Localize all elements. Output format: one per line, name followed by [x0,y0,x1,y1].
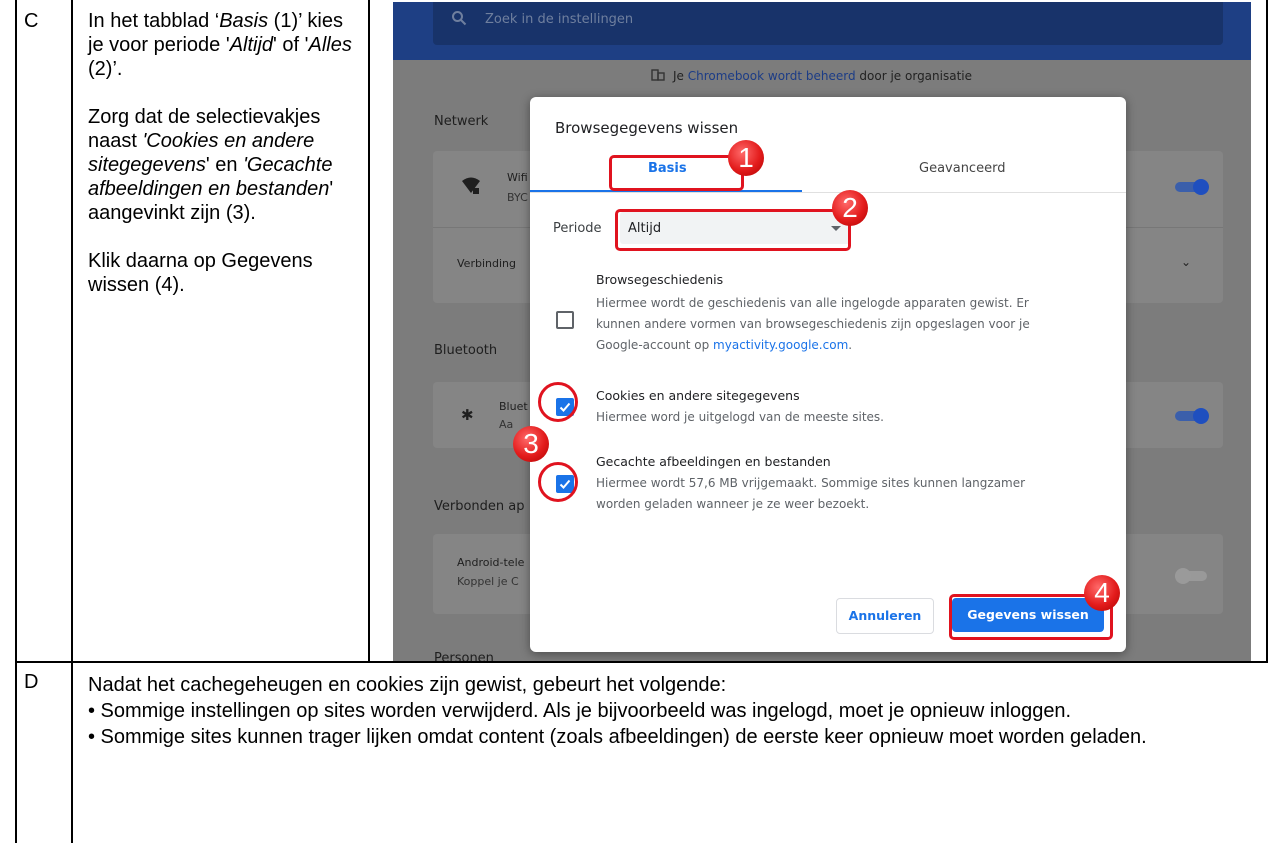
row-letter-d: D [24,671,39,693]
history-description: Hiermee wordt de geschiedenis van alle i… [596,296,1030,352]
section-bluetooth: Bluetooth [434,343,498,358]
wifi-toggle[interactable] [1175,179,1209,195]
dialog-title: Browsegegevens wissen [555,119,739,137]
row-d-intro: Nadat het cachegeheugen en cookies zijn … [88,674,727,696]
cancel-button[interactable]: Annuleren [836,598,934,634]
highlight-period-select [615,209,851,251]
highlight-cookies-checkbox [538,382,578,422]
history-title: Browsegeschiedenis [596,272,724,287]
bluetooth-toggle[interactable] [1175,408,1209,424]
cache-title: Gecachte afbeeldingen en bestanden [596,454,831,469]
wifi-network: BYC [507,191,528,204]
cookies-description: Hiermee word je uitgelogd van de meeste … [596,410,884,424]
tab-advanced[interactable]: Geavanceerd [919,161,1005,176]
android-title: Android-tele [457,556,525,569]
instruction-step-checkboxes: Zorg dat de selectievakjes naast 'Cookie… [88,106,334,224]
managed-link[interactable]: Chromebook wordt beheerd [688,69,856,83]
row-c-instructions: In het tabblad ‘Basis (1)’ kies je voor … [88,9,358,321]
building-icon [651,69,665,81]
search-placeholder: Zoek in de instellingen [485,12,634,27]
section-connected-apps: Verbonden ap [434,499,525,514]
step-badge-4: 4 [1084,575,1120,611]
android-sub: Koppel je C [457,575,519,588]
row-d-bullet-1: • Sommige instellingen op sites worden v… [88,700,1072,722]
instruction-step-clear: Klik daarna op Gegevens wissen (4). [88,250,313,296]
table-row-separator [15,661,1268,663]
settings-topbar: Zoek in de instellingen [393,2,1251,60]
myactivity-link[interactable]: myactivity.google.com [713,338,848,352]
step-badge-3: 3 [513,426,549,462]
settings-search-box[interactable]: Zoek in de instellingen [433,2,1223,45]
managed-notice: Je Chromebook wordt beheerd door je orga… [651,69,972,83]
row-d-bullet-2: • Sommige sites kunnen trager lijken omd… [88,726,1147,748]
table-divider-letter [71,0,73,843]
android-toggle[interactable] [1175,568,1209,584]
section-network: Netwerk [434,114,489,129]
wifi-icon [462,177,480,194]
connection-label: Verbinding [457,257,516,270]
settings-screenshot: Zoek in de instellingen Je Chromebook wo… [393,2,1251,661]
period-label: Periode [553,221,602,236]
highlight-basic-tab [609,155,744,191]
history-checkbox[interactable] [556,311,574,329]
bluetooth-sub: Aa [499,418,514,431]
step-badge-1: 1 [728,140,764,176]
row-letter-c: C [24,10,39,32]
row-d-content: Nadat het cachegeheugen en cookies zijn … [88,672,1258,750]
wifi-title: Wifi [507,171,528,184]
tab-divider [530,192,1126,193]
step-badge-2: 2 [832,190,868,226]
table-divider-content [368,0,370,661]
bluetooth-title: Bluet [499,400,528,413]
cookies-title: Cookies en andere sitegegevens [596,388,800,403]
highlight-cache-checkbox [538,462,578,502]
bluetooth-icon: ✱ [461,406,474,424]
cache-description: Hiermee wordt 57,6 MB vrijgemaakt. Sommi… [596,476,1026,511]
chevron-down-icon[interactable]: ⌄ [1181,255,1191,269]
table-border-left [15,0,17,843]
instruction-step-tab: In het tabblad ‘Basis (1)’ kies je voor … [88,10,352,80]
table-border-right [1266,0,1268,663]
section-people: Personen [434,651,494,661]
search-icon [452,11,467,26]
